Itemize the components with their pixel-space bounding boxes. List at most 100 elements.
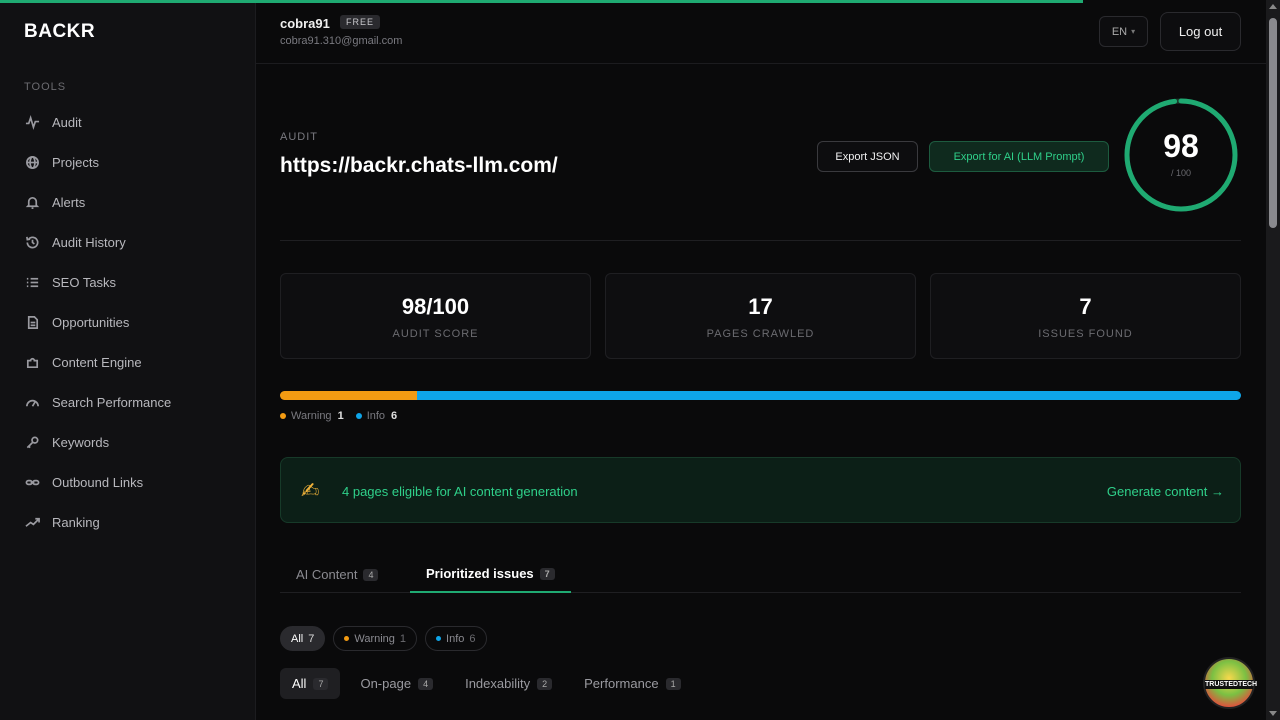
topbar: cobra91 FREE cobra91.310@gmail.com EN ▾ … (256, 0, 1266, 64)
sidebar-nav: Audit Projects Alerts Audit History SEO … (0, 102, 256, 542)
severity-filters: All 7 Warning 1 Info 6 (280, 626, 487, 651)
sidebar-item-content-engine[interactable]: Content Engine (0, 342, 256, 382)
category-count: 1 (665, 677, 681, 690)
chip-count: 1 (399, 632, 407, 645)
sidebar-item-ranking[interactable]: Ranking (0, 502, 256, 542)
language-select[interactable]: EN ▾ (1099, 16, 1148, 47)
tab-prioritized-issues[interactable]: Prioritized issues 7 (410, 556, 571, 593)
divider (280, 240, 1241, 241)
brand-logo: BACKR (24, 21, 96, 42)
file-icon (24, 314, 40, 330)
gauge-icon (24, 394, 40, 410)
category-label: On-page (360, 676, 412, 691)
export-json-button[interactable]: Export JSON (817, 141, 918, 172)
trend-icon (24, 514, 40, 530)
floating-badge[interactable]: TRUSTEDTECH (1203, 657, 1258, 709)
sidebar-item-label: Projects (52, 154, 99, 170)
sidebar-item-opportunities[interactable]: Opportunities (0, 302, 256, 342)
sidebar-item-seo-tasks[interactable]: SEO Tasks (0, 262, 256, 302)
filter-all[interactable]: All 7 (280, 626, 326, 651)
sidebar-item-search-performance[interactable]: Search Performance (0, 382, 256, 422)
sidebar-item-label: Content Engine (52, 354, 142, 370)
chip-count: 6 (469, 632, 476, 645)
stat-value: 98/100 (401, 294, 470, 319)
scroll-up-icon[interactable] (1269, 4, 1277, 9)
category-all[interactable]: All 7 (280, 668, 341, 699)
sidebar-item-outbound-links[interactable]: Outbound Links (0, 462, 256, 502)
stat-value: 7 (1079, 294, 1092, 319)
generate-content-link[interactable]: Generate content → (1107, 484, 1224, 499)
plan-badge: FREE (340, 15, 381, 29)
tabs: AI Content 4 Prioritized issues 7 (280, 556, 1241, 593)
scroll-down-icon[interactable] (1269, 711, 1277, 716)
category-label: Indexability (465, 676, 531, 691)
category-filters: All 7 On-page 4 Indexability 2 Performan… (280, 668, 693, 699)
chevron-down-icon: ▾ (1131, 27, 1136, 36)
ai-content-banner: ✍ 4 pages eligible for AI content genera… (280, 457, 1241, 523)
logout-button[interactable]: Log out (1160, 12, 1241, 51)
writing-hand-icon: ✍ (301, 478, 320, 503)
chip-label: All (291, 632, 304, 645)
sidebar-item-alerts[interactable]: Alerts (0, 182, 256, 222)
chip-label: Info (446, 632, 465, 645)
stat-card-pages-crawled: 17 PAGES CRAWLED (605, 273, 916, 359)
tab-count: 4 (363, 568, 379, 581)
sidebar-item-audit[interactable]: Audit (0, 102, 256, 142)
severity-distribution-bar (280, 391, 1241, 400)
category-performance[interactable]: Performance 1 (572, 668, 692, 699)
warning-segment (280, 391, 418, 400)
category-count: 2 (537, 677, 553, 690)
tab-ai-content[interactable]: AI Content 4 (296, 556, 379, 593)
stat-label: PAGES CRAWLED (706, 328, 815, 340)
severity-legend: Warning 1 Info 6 (280, 410, 397, 422)
sidebar-item-label: SEO Tasks (52, 274, 117, 290)
info-dot-icon (436, 636, 442, 641)
ai-banner-text: 4 pages eligible for AI content generati… (342, 484, 578, 499)
audit-label: AUDIT (280, 131, 318, 143)
sidebar-section-label: TOOLS (24, 81, 67, 93)
tab-label: Prioritized issues (426, 566, 534, 581)
sidebar-item-label: Ranking (52, 514, 100, 530)
language-value: EN (1111, 25, 1128, 38)
category-on-page[interactable]: On-page 4 (348, 668, 445, 699)
list-icon (24, 274, 40, 290)
filter-info[interactable]: Info 6 (425, 626, 487, 651)
chip-label: Warning (354, 632, 395, 645)
sidebar-item-keywords[interactable]: Keywords (0, 422, 256, 462)
tab-count: 7 (539, 567, 555, 580)
history-icon (24, 234, 40, 250)
sidebar-item-label: Opportunities (52, 314, 130, 330)
sidebar-item-label: Alerts (52, 194, 86, 210)
sidebar-item-label: Outbound Links (52, 474, 144, 490)
category-label: All (292, 676, 307, 691)
tab-label: AI Content (296, 567, 358, 582)
floating-badge-label: TRUSTEDTECH (1205, 680, 1258, 689)
category-label: Performance (584, 676, 659, 691)
audit-url: https://backr.chats-llm.com/ (280, 154, 558, 177)
stat-card-audit-score: 98/100 AUDIT SCORE (280, 273, 591, 359)
filter-warning[interactable]: Warning 1 (333, 626, 418, 651)
link-icon (24, 474, 40, 490)
sidebar-item-audit-history[interactable]: Audit History (0, 222, 256, 262)
stat-value: 17 (748, 294, 773, 319)
score-max: / 100 (1170, 168, 1192, 178)
stat-label: AUDIT SCORE (392, 328, 479, 340)
warning-dot-icon (344, 636, 350, 641)
user-name: cobra91 (280, 16, 330, 31)
export-ai-button[interactable]: Export for AI (LLM Prompt) (929, 141, 1109, 172)
stat-card-issues-found: 7 ISSUES FOUND (930, 273, 1241, 359)
category-indexability[interactable]: Indexability 2 (453, 668, 564, 699)
scroll-thumb[interactable] (1269, 18, 1277, 228)
sidebar: BACKR TOOLS Audit Projects Alerts Audit … (0, 0, 256, 720)
sidebar-item-label: Keywords (52, 434, 110, 450)
sidebar-item-projects[interactable]: Projects (0, 142, 256, 182)
key-icon (24, 434, 40, 450)
chip-count: 7 (308, 632, 315, 645)
sidebar-item-label: Search Performance (52, 394, 172, 410)
sidebar-item-label: Audit (52, 114, 82, 130)
page-scrollbar[interactable] (1266, 0, 1280, 720)
info-segment (417, 391, 1241, 400)
puzzle-icon (24, 354, 40, 370)
legend-warning: Warning 1 (280, 410, 344, 422)
globe-icon (24, 154, 40, 170)
